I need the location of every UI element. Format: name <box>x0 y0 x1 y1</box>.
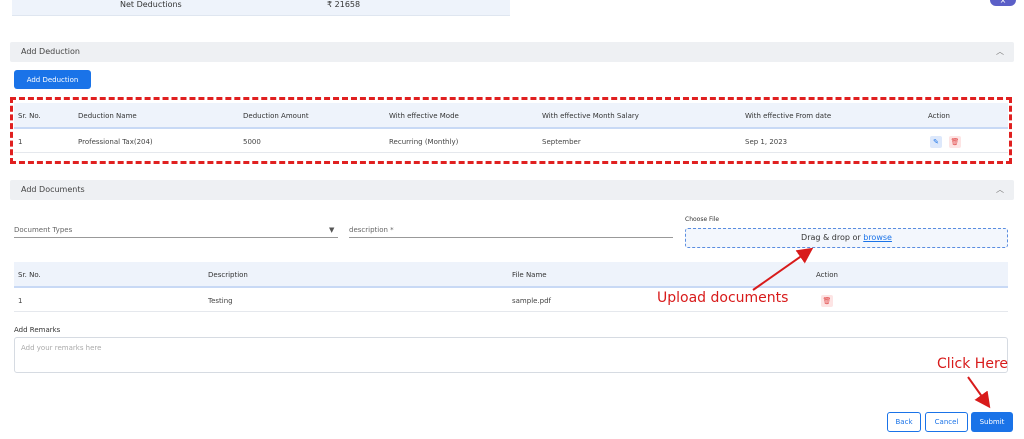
edit-icon[interactable]: ✎ <box>930 136 942 148</box>
trash-icon[interactable]: 🗑 <box>821 295 833 307</box>
file-drop-zone[interactable]: Drag & drop or browse <box>685 228 1008 248</box>
trash-icon[interactable]: 🗑 <box>949 136 961 148</box>
choose-file-label: Choose File <box>685 216 720 223</box>
row-deduction-amount: 5000 <box>243 138 261 146</box>
row-deduction-name: Professional Tax(204) <box>78 138 153 146</box>
remarks-placeholder: Add your remarks here <box>21 344 102 352</box>
click-annotation: Click Here <box>937 356 1009 372</box>
col-deduction-amount: Deduction Amount <box>243 112 309 120</box>
col-action: Action <box>928 112 950 120</box>
col-deduction-name: Deduction Name <box>78 112 137 120</box>
add-deduction-button[interactable]: Add Deduction <box>14 70 91 89</box>
add-documents-section-title: Add Documents <box>21 185 85 194</box>
document-types-select[interactable]: Document Types <box>14 226 72 234</box>
col-effective-month: With effective Month Salary <box>542 112 639 120</box>
add-documents-section-header[interactable]: Add Documents ︿ <box>10 180 1014 200</box>
doc-row-sr: 1 <box>18 297 23 305</box>
col-doc-description: Description <box>208 271 248 279</box>
col-effective-mode: With effective Mode <box>389 112 459 120</box>
drop-text: Drag & drop or <box>801 233 864 242</box>
row-effective-month: September <box>542 138 581 146</box>
submit-button[interactable]: Submit <box>971 412 1013 432</box>
net-deductions-value: ₹ 21658 <box>327 0 361 9</box>
back-button[interactable]: Back <box>887 412 921 432</box>
remarks-label: Add Remarks <box>14 326 61 334</box>
browse-link[interactable]: browse <box>863 233 892 242</box>
upload-annotation: Upload documents <box>657 290 789 306</box>
remarks-textarea[interactable]: Add your remarks here <box>14 337 1008 373</box>
add-deduction-section-title: Add Deduction <box>21 47 80 56</box>
net-deductions-label: Net Deductions <box>120 0 182 9</box>
table-row: 1 Professional Tax(204) 5000 Recurring (… <box>14 131 1008 153</box>
net-deductions-summary: Net Deductions ₹ 21658 <box>12 0 510 16</box>
chevron-up-icon[interactable]: ︿ <box>996 46 1004 57</box>
annotation-arrows <box>752 247 991 409</box>
deduction-table-header: Sr. No. Deduction Name Deduction Amount … <box>14 103 1008 129</box>
row-sr: 1 <box>18 138 23 146</box>
chevron-up-icon[interactable]: ︿ <box>996 184 1004 195</box>
doc-row-description: Testing <box>208 297 233 305</box>
close-button[interactable]: × <box>990 0 1016 6</box>
description-underline <box>349 237 673 238</box>
col-doc-sr-no: Sr. No. <box>18 271 41 279</box>
col-effective-from-date: With effective From date <box>745 112 832 120</box>
row-effective-from-date: Sep 1, 2023 <box>745 138 788 146</box>
col-doc-action: Action <box>816 271 838 279</box>
documents-table-header: Sr. No. Description File Name Action <box>14 262 1008 288</box>
col-doc-file-name: File Name <box>512 271 547 279</box>
document-types-underline <box>14 237 338 238</box>
col-sr-no: Sr. No. <box>18 112 41 120</box>
table-row: 1 Testing sample.pdf 🗑 <box>14 290 1008 312</box>
cancel-button[interactable]: Cancel <box>925 412 968 432</box>
caret-down-icon[interactable]: ▼ <box>329 226 334 234</box>
description-input[interactable]: description * <box>349 226 394 234</box>
add-deduction-section-header[interactable]: Add Deduction ︿ <box>10 42 1014 62</box>
doc-row-file-name: sample.pdf <box>512 297 552 305</box>
row-effective-mode: Recurring (Monthly) <box>389 138 459 146</box>
click-arrow <box>967 376 991 409</box>
